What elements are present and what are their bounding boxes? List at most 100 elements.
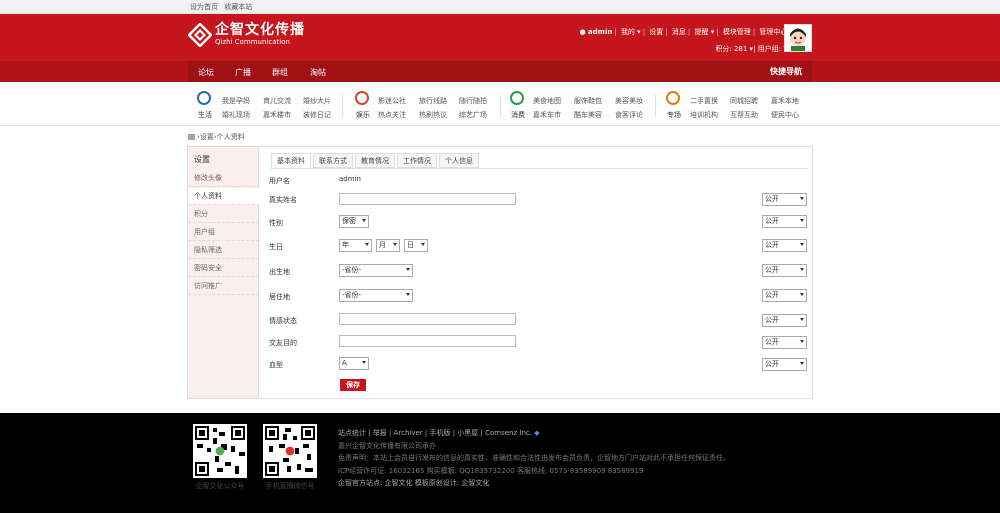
- cat-link[interactable]: 旅行线路: [419, 94, 447, 108]
- cat-link[interactable]: 美食地图: [533, 94, 561, 108]
- birthplace-province-select[interactable]: -省份-: [339, 264, 413, 277]
- nav-item-broadcast[interactable]: 广播: [235, 67, 251, 78]
- residence-privacy-select[interactable]: 公开: [762, 289, 807, 302]
- sidebar-item-usergroup[interactable]: 用户组: [188, 224, 259, 241]
- shield-icon: ◆: [534, 429, 540, 437]
- username-label: 用户名: [269, 177, 290, 185]
- gender-select[interactable]: 保密: [339, 215, 369, 228]
- cat-link[interactable]: 影迷公社: [378, 94, 406, 108]
- cat-link[interactable]: 互帮互助: [730, 108, 758, 122]
- sidebar-item-password[interactable]: 密码安全: [188, 260, 259, 277]
- cat-link[interactable]: 食客评论: [615, 108, 643, 122]
- remind-menu[interactable]: 提醒 ▾: [694, 28, 714, 36]
- save-button[interactable]: 保存: [340, 379, 366, 391]
- cat-link[interactable]: 便民中心: [771, 108, 799, 122]
- sidebar-item-credits[interactable]: 积分: [188, 206, 259, 223]
- add-favorite-link[interactable]: 收藏本站: [224, 3, 252, 11]
- quick-nav-button[interactable]: 快捷导航: [770, 66, 802, 77]
- qr-caption: 企智文化公众号: [195, 482, 245, 490]
- footer-info: 站点统计 | 举报 | Archiver | 手机版 | 小黑屋 | Comse…: [338, 427, 730, 490]
- cat-link[interactable]: 同城招聘: [730, 94, 758, 108]
- messages-link[interactable]: 消息: [672, 28, 686, 36]
- module-manage-link[interactable]: 模块管理: [723, 28, 751, 36]
- my-menu[interactable]: 我的 ▾: [621, 28, 641, 36]
- birthplace-privacy-select[interactable]: 公开: [762, 264, 807, 277]
- home-icon[interactable]: [188, 134, 195, 140]
- realname-input[interactable]: [339, 193, 516, 205]
- points-menu[interactable]: 积分: 281 ▾: [715, 45, 753, 53]
- breadcrumb: ›设置›个人资料: [188, 132, 245, 142]
- affective-input[interactable]: [339, 313, 516, 325]
- top-strip: 设为首页 收藏本站: [0, 0, 1000, 14]
- cat-link[interactable]: 服饰鞋包: [574, 94, 602, 108]
- affective-privacy-select[interactable]: 公开: [762, 314, 807, 327]
- cat-link[interactable]: 酷车美容: [574, 108, 602, 122]
- settings-link[interactable]: 设置: [649, 28, 663, 36]
- birthday-label: 生日: [269, 243, 283, 251]
- nav-item-forum[interactable]: 论坛: [198, 67, 214, 78]
- site-header: 企智文化传播 Qizhi Communication ● admin | 我的 ▾…: [0, 14, 1000, 61]
- bloodtype-label: 血型: [269, 361, 283, 369]
- avatar-face-icon: [785, 25, 811, 51]
- cat-link[interactable]: 育儿交流: [263, 94, 291, 108]
- birth-year-select[interactable]: 年: [339, 239, 372, 252]
- breadcrumb-text[interactable]: ›设置›个人资料: [197, 133, 245, 141]
- category-bar: 生活 我是孕妈 婚礼现场 育儿交流 嘉禾楼市 婚纱大片 装修日记 娱乐 影迷公社 热点关…: [0, 82, 1000, 126]
- cat-link[interactable]: 嘉禾楼市: [263, 108, 291, 122]
- category-name: 消费: [511, 111, 525, 119]
- tab-work[interactable]: 工作情况: [397, 153, 437, 168]
- birth-month-select[interactable]: 月: [376, 239, 400, 252]
- sidebar-item-promotion[interactable]: 访问推广: [188, 278, 259, 295]
- logo-icon[interactable]: [188, 23, 212, 47]
- birthday-privacy-select[interactable]: 公开: [762, 239, 807, 252]
- username-value: admin: [339, 175, 361, 183]
- sidebar-item-avatar[interactable]: 修改头像: [188, 170, 259, 187]
- cat-link[interactable]: 我是孕妈: [222, 94, 250, 108]
- cat-link[interactable]: 培训机构: [690, 108, 718, 122]
- gender-privacy-select[interactable]: 公开: [762, 215, 807, 228]
- nav-item-groups[interactable]: 群组: [272, 67, 288, 78]
- top-links: 设为首页 收藏本站: [190, 2, 256, 12]
- residence-province-select[interactable]: -省份-: [339, 289, 413, 302]
- cat-link[interactable]: 装修日记: [303, 108, 331, 122]
- cat-link[interactable]: 综艺广场: [459, 108, 487, 122]
- tab-personal[interactable]: 个人信息: [439, 153, 479, 168]
- avatar[interactable]: [784, 24, 812, 52]
- bloodtype-privacy-select[interactable]: 公开: [762, 358, 807, 371]
- residence-label: 居住地: [269, 293, 290, 301]
- sidebar-item-privacy[interactable]: 隐私筛选: [188, 242, 259, 259]
- cat-link[interactable]: 随行随拍: [459, 94, 487, 108]
- qr-code-icon: [263, 424, 317, 478]
- cat-link[interactable]: 嘉禾本地: [771, 94, 799, 108]
- main-nav-inner: 论坛 广播 群组 淘帖 快捷导航: [188, 61, 812, 82]
- qr-code-icon: [193, 424, 247, 478]
- cat-link[interactable]: 二手置换: [690, 94, 718, 108]
- realname-privacy-select[interactable]: 公开: [762, 193, 807, 206]
- tab-basic[interactable]: 基本资料: [271, 153, 311, 168]
- brand[interactable]: 企智文化传播 Qizhi Communication: [215, 22, 305, 47]
- cat-link[interactable]: 嘉禾车市: [533, 108, 561, 122]
- lookingfor-privacy-select[interactable]: 公开: [762, 336, 807, 349]
- tab-underline: [271, 168, 808, 169]
- user-icon: ●: [579, 28, 586, 36]
- set-homepage-link[interactable]: 设为首页: [190, 3, 218, 11]
- nav-item-collection[interactable]: 淘帖: [310, 67, 326, 78]
- username-link[interactable]: admin: [588, 28, 612, 36]
- tab-education[interactable]: 教育情况: [355, 153, 395, 168]
- gender-label: 性别: [269, 219, 283, 227]
- sidebar-item-profile[interactable]: 个人资料: [188, 188, 260, 205]
- cat-link[interactable]: 婚礼现场: [222, 108, 250, 122]
- birth-day-select[interactable]: 日: [404, 239, 428, 252]
- user-bar: ● admin| 我的 ▾| 设置| 消息| 提醒 ▾| 模块管理| 管理中心|…: [580, 27, 810, 37]
- footer-line[interactable]: 企智官方站点: 企智文化 模板原创设计: 企智文化: [338, 477, 730, 490]
- cat-link[interactable]: 热刷热议: [419, 108, 447, 122]
- footer-links[interactable]: 站点统计 | 举报 | Archiver | 手机版 | 小黑屋 | Comse…: [338, 427, 730, 440]
- cat-link[interactable]: 热点关注: [378, 108, 406, 122]
- tab-contact[interactable]: 联系方式: [313, 153, 353, 168]
- cat-link[interactable]: 美容美妆: [615, 94, 643, 108]
- settings-sidebar: 设置 修改头像 个人资料 积分 用户组 隐私筛选 密码安全 访问推广: [188, 147, 260, 398]
- cat-link[interactable]: 婚纱大片: [303, 94, 331, 108]
- bloodtype-select[interactable]: A: [339, 357, 369, 370]
- lookingfor-input[interactable]: [339, 335, 516, 347]
- special-icon: [666, 91, 680, 105]
